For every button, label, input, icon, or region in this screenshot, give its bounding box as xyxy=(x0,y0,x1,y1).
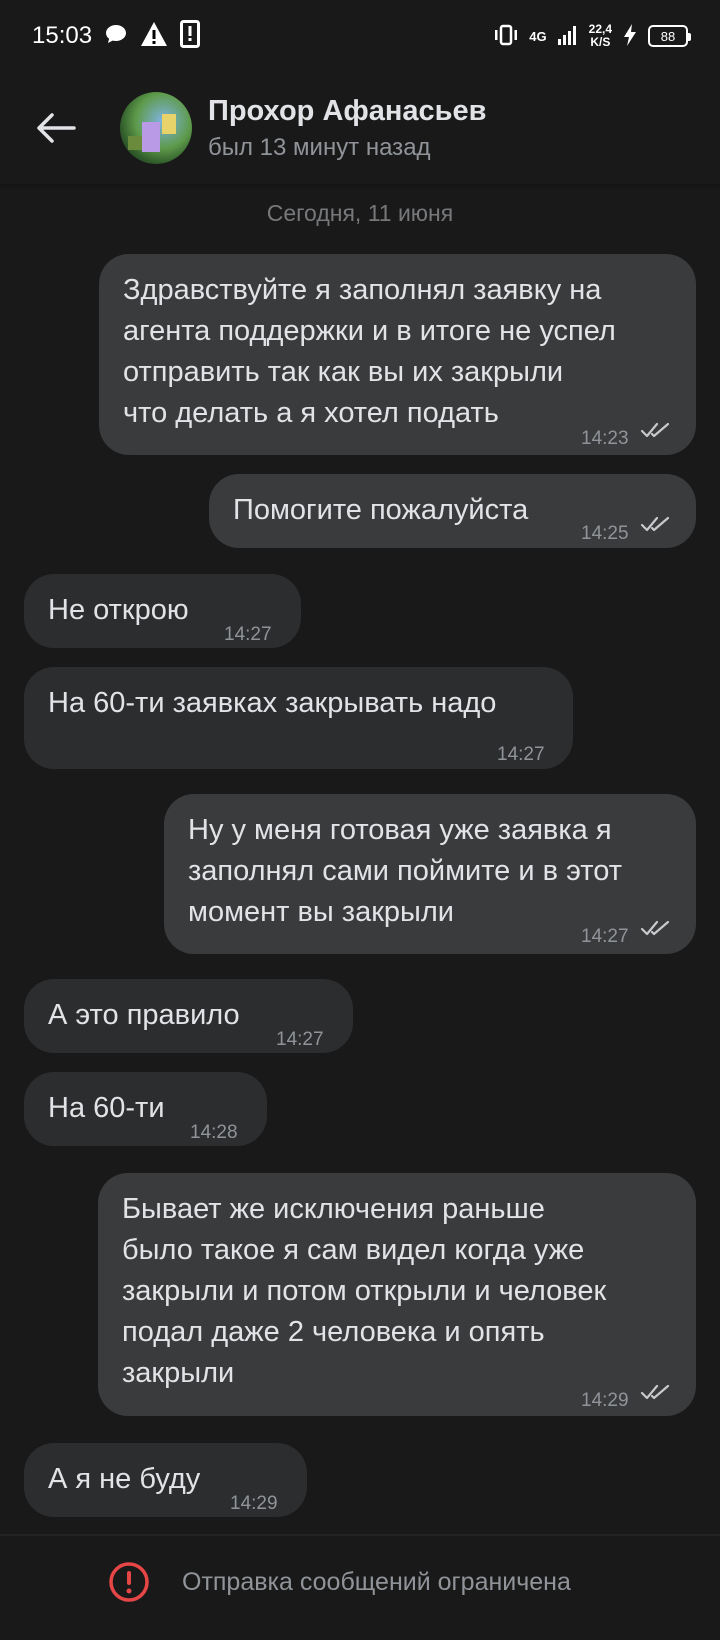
message-text: Не открою xyxy=(48,594,189,626)
message-text: На 60-ти xyxy=(48,1092,165,1124)
speed-unit: K/S xyxy=(590,35,611,49)
message-time: 14:27 xyxy=(224,624,272,645)
message-bubble-outgoing[interactable]: Ну у меня готовая уже заявка я заполнял … xyxy=(164,794,696,954)
contact-name: Прохор Афанасьев xyxy=(208,94,487,127)
message-bubble-outgoing[interactable]: Бывает же исключения раньше было такое я… xyxy=(98,1173,696,1416)
battery-icon: 88 xyxy=(648,25,691,47)
contact-last-seen: был 13 минут назад xyxy=(208,133,431,161)
double-check-icon xyxy=(640,1384,670,1400)
back-button[interactable] xyxy=(28,100,84,156)
message-bubble-incoming[interactable]: На 60-ти 14:28 xyxy=(24,1072,267,1146)
restricted-message-text: Отправка сообщений ограничена xyxy=(182,1568,571,1596)
status-bar-right: 4G 22,4 K/S 88 xyxy=(493,23,691,50)
double-check-icon xyxy=(640,920,670,936)
double-check-icon xyxy=(640,516,670,532)
chat-header: Прохор Афанасьев был 13 минут назад xyxy=(0,72,720,184)
warning-icon xyxy=(140,21,168,52)
message-time: 14:23 xyxy=(581,428,629,449)
alert-circle-icon xyxy=(109,1562,149,1602)
battery-level: 88 xyxy=(660,28,676,44)
message-bubble-outgoing[interactable]: Помогите пожалуйста 14:25 xyxy=(209,474,696,548)
message-text: Бывает же исключения раньше было такое я… xyxy=(122,1193,607,1389)
back-arrow-icon xyxy=(37,113,76,143)
message-text: А это правило xyxy=(48,999,240,1031)
message-text: Здравствуйте я заполнял заявку на агента… xyxy=(123,274,616,429)
vibrate-icon xyxy=(493,24,519,49)
sim-alert-icon xyxy=(180,19,201,53)
message-text: Помогите пожалуйста xyxy=(233,494,529,526)
message-text: А я не буду xyxy=(48,1463,201,1495)
avatar[interactable] xyxy=(120,92,192,164)
status-bar: 15:03 4G 22,4 K/S 88 xyxy=(0,0,720,72)
message-bubble-incoming[interactable]: А я не буду 14:29 xyxy=(24,1443,307,1517)
message-time: 14:29 xyxy=(581,1390,629,1411)
message-text: Ну у меня готовая уже заявка я заполнял … xyxy=(188,814,622,928)
status-time: 15:03 xyxy=(32,22,93,49)
contact-info[interactable]: Прохор Афанасьев был 13 минут назад xyxy=(208,95,486,162)
network-type: 4G xyxy=(529,28,547,44)
signal-icon xyxy=(557,24,579,49)
status-bar-left: 15:03 xyxy=(32,19,201,53)
date-separator: Сегодня, 11 июня xyxy=(266,200,454,226)
message-time: 14:27 xyxy=(276,1029,324,1050)
message-time: 14:27 xyxy=(581,926,629,947)
message-bubble-incoming[interactable]: На 60-ти заявках закрывать надо 14:27 xyxy=(24,667,573,769)
message-time: 14:27 xyxy=(497,744,545,765)
message-bubble-incoming[interactable]: А это правило 14:27 xyxy=(24,979,353,1053)
message-bubble-incoming[interactable]: Не открою 14:27 xyxy=(24,574,301,648)
network-speed: 22,4 K/S xyxy=(589,23,612,49)
double-check-icon xyxy=(640,422,670,438)
message-bubble-outgoing[interactable]: Здравствуйте я заполнял заявку на агента… xyxy=(99,254,696,455)
message-time: 14:25 xyxy=(581,523,629,544)
charging-icon xyxy=(622,23,638,50)
message-time: 14:28 xyxy=(190,1122,238,1143)
message-text: На 60-ти заявках закрывать надо xyxy=(48,687,497,719)
message-restricted-bar: Отправка сообщений ограничена xyxy=(0,1534,720,1640)
message-time: 14:29 xyxy=(230,1493,278,1514)
header-divider xyxy=(0,184,720,190)
chat-bubble-icon xyxy=(104,23,128,50)
